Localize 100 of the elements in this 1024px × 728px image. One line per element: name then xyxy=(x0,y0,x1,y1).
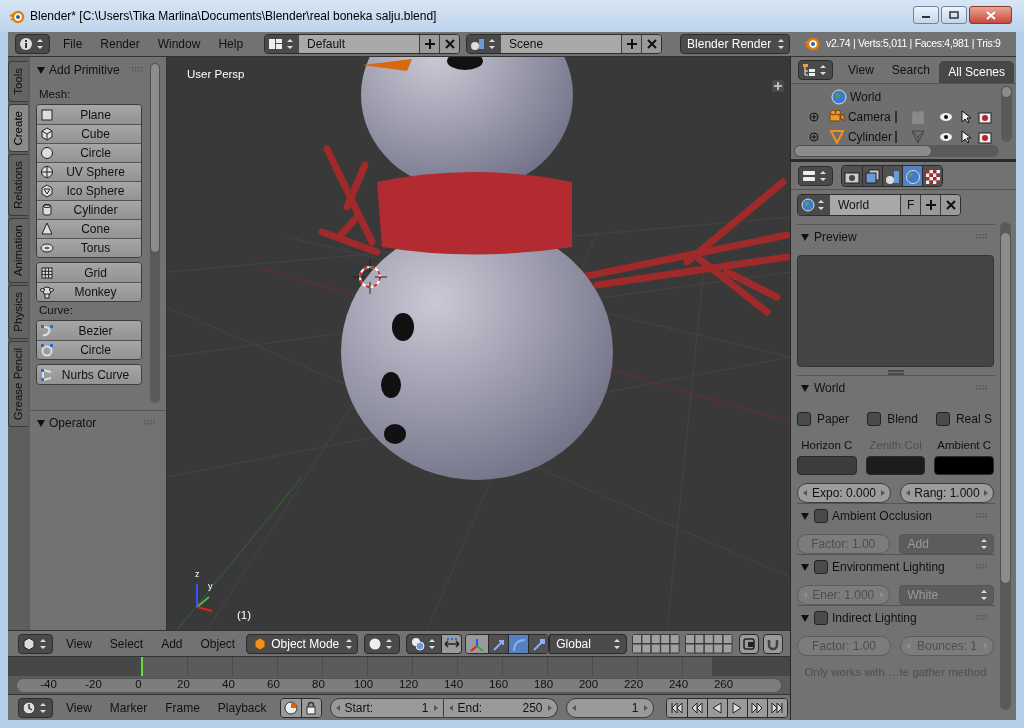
dropdown[interactable]: White xyxy=(898,585,994,606)
snap-button[interactable] xyxy=(763,633,784,654)
layer-grid[interactable] xyxy=(685,633,734,654)
collapse-triangle-icon[interactable] xyxy=(800,562,810,573)
fake-user-button[interactable]: F xyxy=(900,195,920,215)
panel-title[interactable]: Environment Lighting xyxy=(832,558,945,577)
side-tab[interactable]: Physics xyxy=(8,285,28,340)
layer-grid[interactable] xyxy=(632,633,681,654)
add-primitive-button[interactable]: Cube xyxy=(37,124,141,143)
number-field[interactable]: Expo: 0.000 xyxy=(797,483,891,504)
lock-button[interactable] xyxy=(300,698,321,717)
panel-title[interactable]: Add Primitive xyxy=(49,61,120,79)
keying-button[interactable] xyxy=(280,698,301,717)
eye-icon[interactable] xyxy=(939,132,953,142)
scrollbar[interactable] xyxy=(1000,222,1011,710)
3d-cursor-icon[interactable] xyxy=(352,259,388,295)
start-frame-field[interactable]: Start: 1 xyxy=(329,697,444,718)
number-field[interactable]: Rang: 1.000 xyxy=(900,483,994,504)
add-button[interactable] xyxy=(419,35,440,53)
orientation-dropdown[interactable]: Global xyxy=(549,633,628,654)
drag-grip-icon[interactable] xyxy=(976,615,988,622)
collapse-triangle-icon[interactable] xyxy=(36,65,46,75)
checkbox-label[interactable]: Real S xyxy=(955,410,992,428)
increment-arrow-icon[interactable] xyxy=(546,703,553,712)
jump-keyframe-button[interactable] xyxy=(746,698,767,717)
checkbox-label[interactable]: Blend xyxy=(887,410,918,428)
play-button[interactable] xyxy=(726,698,747,717)
menu-item[interactable]: Marker xyxy=(100,697,157,718)
outliner-item[interactable]: Cylinder xyxy=(847,128,896,146)
drag-grip-icon[interactable] xyxy=(976,234,988,240)
editor-type-button[interactable] xyxy=(18,633,53,654)
add-primitive-button[interactable]: Ico Sphere xyxy=(37,181,141,200)
increment-arrow-icon[interactable] xyxy=(983,489,989,498)
menu-item[interactable]: Add xyxy=(152,633,192,654)
camera-icon[interactable] xyxy=(978,110,992,124)
drag-grip-icon[interactable] xyxy=(144,419,156,426)
properties-tab[interactable] xyxy=(842,165,862,186)
pivot-dropdown[interactable] xyxy=(406,633,443,654)
browse-button[interactable] xyxy=(798,195,830,215)
side-tab[interactable]: Grease Pencil xyxy=(8,341,28,428)
expand-plus-icon[interactable] xyxy=(809,132,819,142)
jump-end-button[interactable] xyxy=(766,698,787,717)
checkbox[interactable] xyxy=(935,412,950,426)
checkbox-label[interactable]: Paper xyxy=(817,410,850,428)
remove-button[interactable] xyxy=(641,35,662,53)
add-primitive-button[interactable]: Torus xyxy=(37,238,141,257)
play-reverse-button[interactable] xyxy=(706,698,727,717)
scrollbar[interactable] xyxy=(794,145,999,157)
collapse-triangle-icon[interactable] xyxy=(36,417,46,428)
world-name-field[interactable]: World xyxy=(830,195,901,215)
menu-item[interactable]: File xyxy=(54,34,92,54)
panel-title[interactable]: Indirect Lighting xyxy=(832,609,917,628)
drag-grip-icon[interactable] xyxy=(132,67,144,73)
panel-title[interactable]: Preview xyxy=(814,228,857,246)
add-primitive-button[interactable]: Nurbs Curve xyxy=(37,365,141,384)
increment-arrow-icon[interactable] xyxy=(880,489,886,498)
jump-start-button[interactable] xyxy=(666,698,687,717)
menu-item[interactable]: View xyxy=(57,633,101,654)
resize-handle-icon[interactable] xyxy=(887,370,904,375)
add-primitive-button[interactable]: Grid xyxy=(37,263,141,282)
browse-button[interactable] xyxy=(265,35,300,53)
shading-dropdown[interactable] xyxy=(364,633,401,654)
properties-tab[interactable] xyxy=(902,165,922,186)
outliner-item[interactable]: Camera xyxy=(847,108,896,126)
add-primitive-button[interactable]: Cone xyxy=(37,219,141,238)
pivot-toggle-button[interactable] xyxy=(442,633,463,654)
add-primitive-button[interactable]: Circle xyxy=(37,340,141,359)
decrement-arrow-icon[interactable] xyxy=(802,489,808,498)
display-mode-dropdown[interactable]: All Scenes xyxy=(939,61,1014,83)
menu-item[interactable]: Search xyxy=(882,60,939,80)
panel-title[interactable]: World xyxy=(814,379,846,397)
jump-keyframe-button[interactable] xyxy=(686,698,707,717)
decrement-arrow-icon[interactable] xyxy=(570,703,577,712)
drag-grip-icon[interactable] xyxy=(976,564,988,571)
increment-arrow-icon[interactable] xyxy=(432,703,439,712)
manipulator-button[interactable] xyxy=(488,634,509,653)
browse-button[interactable] xyxy=(467,35,502,53)
properties-tab[interactable] xyxy=(862,165,882,186)
dropdown[interactable]: Add xyxy=(898,534,994,555)
screen-layout-field[interactable]: Default xyxy=(299,35,420,53)
menu-item[interactable]: Playback xyxy=(208,697,276,718)
menu-item[interactable]: View xyxy=(57,697,101,718)
decrement-arrow-icon[interactable] xyxy=(905,489,911,498)
scrollbar[interactable] xyxy=(150,63,160,403)
layer-lock-button[interactable] xyxy=(739,633,760,654)
panel-title[interactable]: Ambient Occlusion xyxy=(832,507,933,526)
minimize-button[interactable] xyxy=(913,6,939,24)
menu-item[interactable]: Window xyxy=(148,34,210,54)
add-button[interactable] xyxy=(920,195,940,215)
render-engine-dropdown[interactable]: Blender Render xyxy=(680,34,791,54)
editor-type-button[interactable] xyxy=(798,60,833,80)
manipulator-button[interactable] xyxy=(528,634,549,653)
cursor-arrow-icon[interactable] xyxy=(961,110,971,124)
color-swatch[interactable] xyxy=(934,456,994,476)
collapse-triangle-icon[interactable] xyxy=(800,511,810,522)
editor-type-button[interactable] xyxy=(798,165,833,186)
side-tab[interactable]: Relations xyxy=(8,154,28,217)
add-primitive-button[interactable]: Circle xyxy=(37,143,141,162)
expand-plus-icon[interactable] xyxy=(772,80,784,92)
add-primitive-button[interactable]: Cylinder xyxy=(37,200,141,219)
